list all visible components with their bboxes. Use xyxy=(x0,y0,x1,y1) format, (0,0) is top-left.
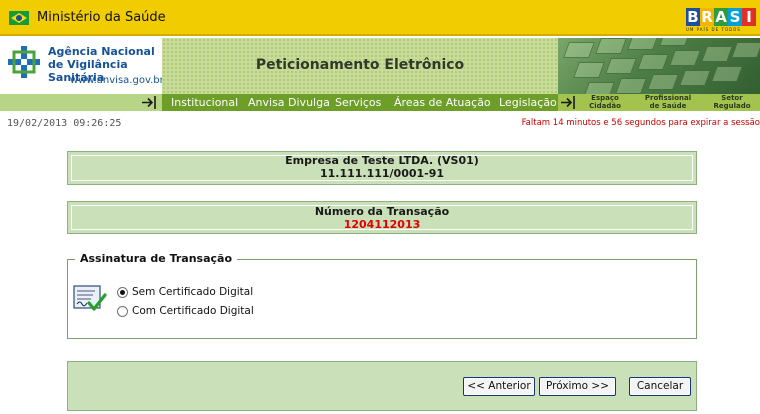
government-bar: Ministério da Saúde BRASI UM PAÍS DE TOD… xyxy=(0,0,760,36)
transaction-label: Número da Transação xyxy=(314,205,450,218)
site-header: Agência Nacional de Vigilância Sanitária… xyxy=(0,38,760,94)
agency-url: www.anvisa.gov.br xyxy=(70,75,164,86)
signature-legend: Assinatura de Transação xyxy=(75,252,238,266)
ministry-title: Ministério da Saúde xyxy=(37,10,166,25)
previous-button[interactable]: << Anterior xyxy=(463,377,535,396)
company-cnpj: 11.111.111/0001-91 xyxy=(319,167,445,180)
page-title: Peticionamento Eletrônico xyxy=(255,57,465,73)
anvisa-logo[interactable]: Agência Nacional de Vigilância Sanitária… xyxy=(0,38,164,94)
main-nav: Institucional Anvisa Divulga Serviços Ár… xyxy=(0,94,760,111)
profile-links: Espaço Cidadão Profissional de Saúde Set… xyxy=(558,94,760,111)
radio-label-sem-certificado: Sem Certificado Digital xyxy=(132,286,254,298)
signature-fieldset: Assinatura de Transação Sem Certificado … xyxy=(67,252,697,339)
nav-item-servicos[interactable]: Serviços xyxy=(335,95,381,110)
brasil-tagline: UM PAÍS DE TODOS xyxy=(686,27,741,32)
cancel-button[interactable]: Cancelar xyxy=(629,377,691,396)
profile-setor-regulado[interactable]: Setor Regulado xyxy=(706,94,758,110)
nav-arrow-icon xyxy=(142,96,156,109)
brazil-flag-icon xyxy=(9,11,29,25)
page: Ministério da Saúde BRASI UM PAÍS DE TOD… xyxy=(0,0,760,414)
radio-button[interactable] xyxy=(117,305,128,317)
nav-item-anvisa-divulga[interactable]: Anvisa Divulga xyxy=(248,95,330,110)
actions-panel: << Anterior Próximo >> Cancelar xyxy=(67,361,697,411)
company-name: Empresa de Teste LTDA. (VS01) xyxy=(285,154,479,167)
profile-arrow-icon xyxy=(561,96,575,109)
anvisa-cross-icon xyxy=(8,46,40,78)
nav-item-areas-de-atuacao[interactable]: Áreas de Atuação xyxy=(394,95,491,110)
brasil-logo[interactable]: BRASI UM PAÍS DE TODOS xyxy=(686,8,760,32)
next-button[interactable]: Próximo >> xyxy=(539,377,616,396)
timestamp: 19/02/2013 09:26:25 xyxy=(7,118,122,129)
agency-name-line1: Agência Nacional xyxy=(48,45,155,58)
radio-com-certificado[interactable]: Com Certificado Digital xyxy=(117,305,254,317)
signed-document-icon xyxy=(73,285,107,311)
nav-item-institucional[interactable]: Institucional xyxy=(171,95,238,110)
radio-label-com-certificado: Com Certificado Digital xyxy=(132,305,254,317)
keyboard-photo xyxy=(558,38,760,94)
transaction-number: 1204112013 xyxy=(343,218,421,231)
transaction-panel: Número da Transação 1204112013 xyxy=(67,201,697,234)
session-expiry-warning: Faltam 14 minutos e 56 segundos para exp… xyxy=(521,118,760,128)
profile-profissional-de-saude[interactable]: Profissional de Saúde xyxy=(638,94,698,110)
radio-sem-certificado[interactable]: Sem Certificado Digital xyxy=(117,286,253,298)
nav-item-legislacao[interactable]: Legislação xyxy=(499,95,557,110)
radio-button-selected[interactable] xyxy=(117,286,128,298)
title-banner: Peticionamento Eletrônico xyxy=(162,38,558,94)
profile-espaco-cidadao[interactable]: Espaço Cidadão xyxy=(584,94,626,110)
company-panel: Empresa de Teste LTDA. (VS01) 11.111.111… xyxy=(67,151,697,185)
nav-left-strip xyxy=(0,94,162,111)
